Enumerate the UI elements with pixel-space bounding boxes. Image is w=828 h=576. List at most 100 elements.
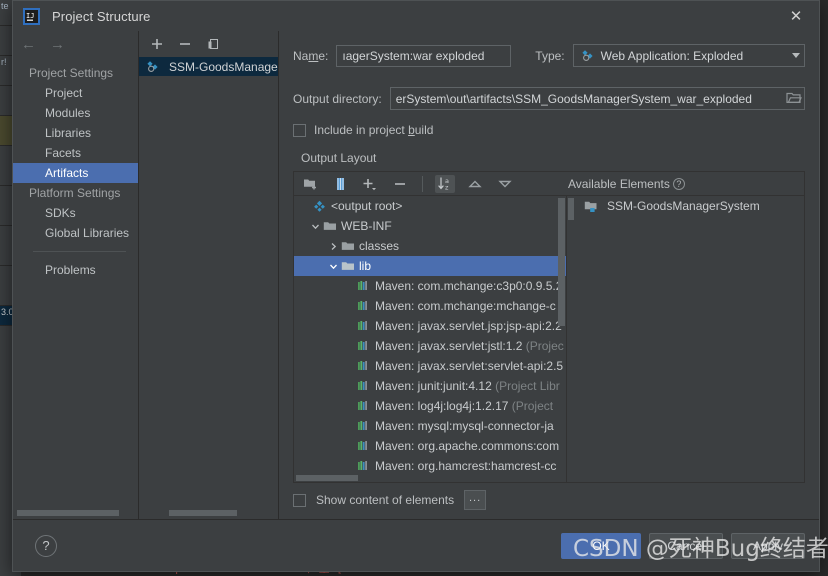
output-directory-value: erSystem\out\artifacts\SSM_GoodsManagerS… xyxy=(395,91,752,106)
folder-open-icon[interactable] xyxy=(786,90,802,107)
tree-row[interactable]: Maven: com.mchange:c3p0:0.9.5.2 xyxy=(294,276,566,296)
tree-row-label: Maven: javax.servlet:servlet-api:2.5 xyxy=(375,359,564,373)
remove-artifact-button[interactable] xyxy=(177,36,193,52)
include-in-build-row[interactable]: Include in project build xyxy=(279,123,819,137)
project-structure-dialog: IJ Project Structure ✕ ← → Project Setti… xyxy=(12,0,820,572)
available-elements-list: SSM-GoodsManagerSystem xyxy=(567,196,804,482)
name-type-row: Name: ıagerSystem:war exploded Type: Web… xyxy=(279,44,819,67)
available-element-item[interactable]: SSM-GoodsManagerSystem xyxy=(567,196,804,216)
add-artifact-button[interactable] xyxy=(149,36,165,52)
output-layout-title: Output Layout xyxy=(301,151,377,165)
minus-icon[interactable] xyxy=(390,175,410,193)
tree-row[interactable]: Maven: com.mchange:mchange-c xyxy=(294,296,566,316)
close-icon[interactable]: ✕ xyxy=(785,5,807,27)
tree-twisty-expanded[interactable] xyxy=(326,262,340,271)
tree-twisty-collapsed[interactable] xyxy=(326,242,340,251)
library-icon xyxy=(356,300,371,312)
svg-text:z: z xyxy=(445,184,449,192)
toolbar-divider xyxy=(422,175,423,192)
arrow-right-icon[interactable]: → xyxy=(50,37,65,52)
tree-vertical-scrollbar[interactable] xyxy=(557,196,566,482)
help-button[interactable]: ? xyxy=(35,534,57,557)
sidebar-horizontal-scrollbar[interactable] xyxy=(17,510,129,516)
artifact-name-input[interactable]: ıagerSystem:war exploded xyxy=(336,44,512,67)
tree-row[interactable]: Maven: javax.servlet:servlet-api:2.5 xyxy=(294,356,566,376)
sidebar-nav-toolbar: ← → xyxy=(13,31,138,57)
help-icon[interactable]: ? xyxy=(672,178,685,190)
sidebar-item-global-libraries[interactable]: Global Libraries xyxy=(13,223,138,243)
sidebar-item-modules[interactable]: Modules xyxy=(13,103,138,123)
tree-row[interactable]: Maven: javax.servlet:jstl:1.2 (Projec xyxy=(294,336,566,356)
tree-row-label: Maven: log4j:log4j:1.2.17 (Project xyxy=(375,399,554,413)
artifact-type-value: Web Application: Exploded xyxy=(600,48,744,63)
tree-row[interactable]: classes xyxy=(294,236,566,256)
sidebar-item-facets[interactable]: Facets xyxy=(13,143,138,163)
sort-az-icon[interactable]: a z xyxy=(435,174,455,193)
sidebar-item-sdks[interactable]: SDKs xyxy=(13,203,138,223)
output-layout-tree: <output root> WEB-INF classes lib Maven:… xyxy=(294,196,567,482)
sidebar-item-libraries[interactable]: Libraries xyxy=(13,123,138,143)
tree-horizontal-scrollbar[interactable] xyxy=(294,474,558,482)
tree-row[interactable]: Maven: org.apache.commons:com xyxy=(294,436,566,456)
include-in-build-checkbox[interactable] xyxy=(293,123,306,137)
available-element-label: SSM-GoodsManagerSystem xyxy=(607,199,760,213)
output-layout-panel: a z Available Elements ? <output root> W… xyxy=(293,171,805,483)
output-directory-input[interactable]: erSystem\out\artifacts\SSM_GoodsManagerS… xyxy=(389,87,805,110)
tree-row-label: lib xyxy=(359,259,372,273)
library-icon xyxy=(356,280,371,292)
plus-dropdown-icon[interactable] xyxy=(360,175,380,193)
apply-button[interactable]: Apply xyxy=(731,532,805,559)
artifacts-horizontal-scrollbar[interactable] xyxy=(169,510,275,516)
include-in-build-label: Include in project build xyxy=(314,123,434,137)
sidebar-item-artifacts[interactable]: Artifacts xyxy=(13,163,138,183)
tree-row-label: <output root> xyxy=(331,199,403,213)
web-application-icon xyxy=(580,49,595,62)
dialog-title: Project Structure xyxy=(52,8,151,24)
sidebar-item-problems[interactable]: Problems xyxy=(13,260,138,280)
ok-button[interactable]: OK xyxy=(561,532,641,559)
triangle-down-icon[interactable] xyxy=(495,175,515,193)
tree-row[interactable]: Maven: mysql:mysql-connector-ja xyxy=(294,416,566,436)
artifact-icon xyxy=(312,200,327,213)
module-icon xyxy=(583,200,598,213)
folder-icon xyxy=(322,220,337,232)
add-directory-button[interactable] xyxy=(300,175,320,193)
name-label: Name: xyxy=(293,48,329,63)
library-icon xyxy=(356,380,371,392)
tree-row[interactable]: Maven: javax.servlet.jsp:jsp-api:2.2 xyxy=(294,316,566,336)
sidebar-item-project[interactable]: Project xyxy=(13,83,138,103)
artifacts-toolbar xyxy=(139,31,278,57)
available-elements-label: Available Elements xyxy=(568,177,670,191)
chevron-down-icon xyxy=(792,53,800,58)
artifact-item[interactable]: SSM-GoodsManage xyxy=(139,57,278,76)
tree-row[interactable]: WEB-INF xyxy=(294,216,566,236)
artifact-type-select[interactable]: Web Application: Exploded xyxy=(572,44,805,67)
more-options-button[interactable]: ... xyxy=(464,490,487,510)
arrow-left-icon[interactable]: ← xyxy=(21,37,36,52)
available-vertical-scrollbar[interactable] xyxy=(567,196,575,482)
tree-twisty-expanded[interactable] xyxy=(308,222,322,231)
tree-row[interactable]: Maven: log4j:log4j:1.2.17 (Project xyxy=(294,396,566,416)
folder-icon xyxy=(340,260,355,272)
artifact-item-label: SSM-GoodsManage xyxy=(169,59,278,74)
tree-row[interactable]: lib xyxy=(294,256,566,276)
dialog-body: ← → Project Settings Project Modules Lib… xyxy=(13,31,819,519)
cancel-button[interactable]: Cancel xyxy=(649,532,723,559)
tree-row[interactable]: Maven: junit:junit:4.12 (Project Libr xyxy=(294,376,566,396)
archive-icon[interactable] xyxy=(330,175,350,193)
tree-row-label: Maven: com.mchange:mchange-c xyxy=(375,299,556,313)
library-icon xyxy=(356,320,371,332)
triangle-up-icon[interactable] xyxy=(465,175,485,193)
footer-button-group: OK Cancel Apply xyxy=(561,532,805,559)
tree-row-label: classes xyxy=(359,239,400,253)
tree-row-label: Maven: org.apache.commons:com xyxy=(375,439,560,453)
tree-row[interactable]: Maven: org.hamcrest:hamcrest-cc xyxy=(294,456,566,476)
copy-artifact-button[interactable] xyxy=(205,36,221,52)
show-content-row: Show content of elements ... xyxy=(279,483,819,519)
show-content-checkbox[interactable] xyxy=(293,493,306,507)
show-content-label: Show content of elements xyxy=(316,493,455,507)
tree-row-label: Maven: com.mchange:c3p0:0.9.5.2 xyxy=(375,279,563,293)
library-icon xyxy=(356,340,371,352)
dialog-titlebar: IJ Project Structure ✕ xyxy=(13,1,819,31)
tree-row[interactable]: <output root> xyxy=(294,196,566,216)
